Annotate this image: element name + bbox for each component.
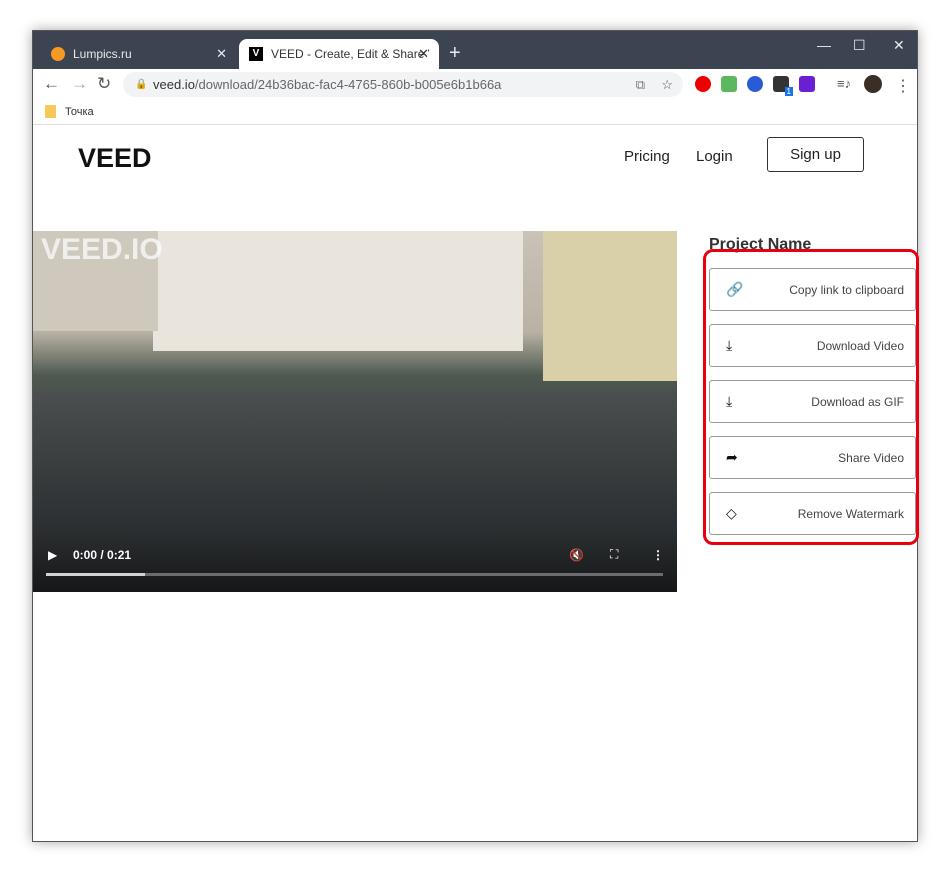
tab-lumpics[interactable]: Lumpics.ru ✕ (41, 39, 237, 69)
star-icon[interactable]: ☆ (661, 77, 673, 93)
toolbar: ← → ↻ 🔒 veed.io/download/24b36bac-fac4-4… (33, 69, 917, 99)
button-label: Download as GIF (811, 394, 904, 409)
fullscreen-icon[interactable]: ⛶ (610, 547, 618, 562)
media-control-icon[interactable]: ≡♪ (837, 76, 853, 92)
nav-login[interactable]: Login (696, 148, 733, 165)
new-tab-icon[interactable]: + (449, 42, 461, 65)
extension-badge: 1 (784, 87, 793, 96)
forward-icon[interactable]: → (71, 74, 88, 94)
progress-bar[interactable] (46, 573, 663, 576)
tab-bar: Lumpics.ru ✕ V VEED - Create, Edit & Sha… (33, 31, 917, 69)
ad-extension-icon[interactable] (799, 76, 815, 92)
link-icon: 🔗 (726, 281, 744, 297)
check-extension-icon[interactable] (721, 76, 737, 92)
browser-window: Lumpics.ru ✕ V VEED - Create, Edit & Sha… (32, 30, 919, 842)
close-tab-icon[interactable]: ✕ (216, 46, 227, 62)
button-label: Share Video (838, 450, 904, 465)
video-player[interactable]: VEED.IO ▶ 0:00 / 0:21 🔇 ⛶ ⋮ (33, 231, 677, 592)
address-bar[interactable]: 🔒 veed.io/download/24b36bac-fac4-4765-86… (123, 72, 683, 97)
veed-logo[interactable]: VEED (78, 143, 152, 174)
reload-icon[interactable]: ↻ (97, 74, 111, 94)
download-icon: ⤓ (726, 393, 733, 409)
url-host: veed.io (153, 77, 195, 92)
minimize-icon[interactable]: — (817, 37, 831, 53)
button-label: Remove Watermark (797, 506, 904, 521)
download-video-button[interactable]: ⤓ Download Video (709, 324, 916, 367)
veed-favicon-icon: V (249, 47, 263, 61)
button-label: Copy link to clipboard (789, 282, 904, 297)
mute-icon[interactable]: 🔇 (569, 548, 584, 562)
watermark: VEED.IO (41, 233, 163, 266)
nav-pricing[interactable]: Pricing (624, 148, 670, 165)
tab-veed[interactable]: V VEED - Create, Edit & Share Vide ✕ (239, 39, 439, 69)
avatar[interactable] (864, 75, 882, 93)
diamond-icon: ◇ (726, 505, 737, 521)
download-icon: ⤓ (726, 337, 733, 353)
close-tab-icon[interactable]: ✕ (418, 46, 429, 62)
cube-extension-icon[interactable]: 1 (773, 76, 793, 96)
bookmarks-bar: Точка (33, 99, 917, 125)
buffered-fill (46, 573, 145, 576)
share-icon: ➦ (726, 449, 738, 465)
folder-icon (45, 105, 56, 118)
url-path: /download/24b36bac-fac4-4765-860b-b005e6… (194, 77, 502, 92)
lumpics-favicon-icon (51, 47, 65, 61)
tab-label: VEED - Create, Edit & Share Vide (271, 47, 429, 61)
bookmark-item[interactable]: Точка (65, 106, 94, 118)
video-frame (543, 231, 677, 381)
video-frame (153, 231, 523, 351)
copy-link-button[interactable]: 🔗 Copy link to clipboard (709, 268, 916, 311)
vpn-extension-icon[interactable] (747, 76, 763, 92)
translate-icon[interactable]: ⧉ (636, 77, 645, 93)
lock-icon: 🔒 (135, 79, 148, 90)
time-display: 0:00 / 0:21 (73, 548, 132, 562)
button-label: Download Video (816, 338, 904, 353)
remove-watermark-button[interactable]: ◇ Remove Watermark (709, 492, 916, 535)
maximize-icon[interactable]: ☐ (853, 37, 866, 54)
download-gif-button[interactable]: ⤓ Download as GIF (709, 380, 916, 423)
close-window-icon[interactable]: ✕ (893, 37, 905, 54)
play-icon[interactable]: ▶ (48, 548, 57, 562)
menu-icon[interactable]: ⋮ (895, 76, 911, 95)
more-options-icon[interactable]: ⋮ (652, 548, 664, 562)
signup-button[interactable]: Sign up (767, 137, 864, 172)
back-icon[interactable]: ← (43, 74, 60, 94)
share-video-button[interactable]: ➦ Share Video (709, 436, 916, 479)
adblock-extension-icon[interactable] (695, 76, 711, 92)
tab-label: Lumpics.ru (73, 47, 132, 61)
